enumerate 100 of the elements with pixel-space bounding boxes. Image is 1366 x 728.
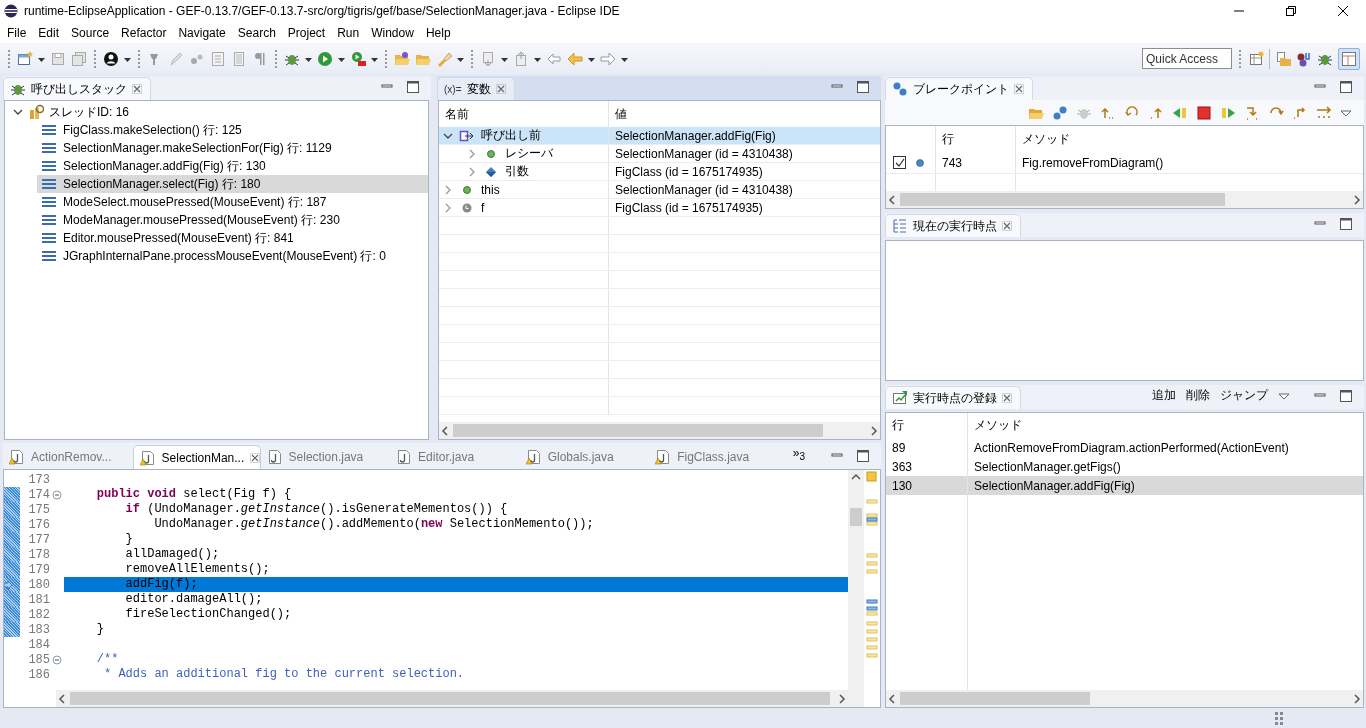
menu-item[interactable]: Window [365,25,420,40]
scrollbar-thumb[interactable] [70,692,830,705]
stack-frame[interactable]: Editor.mousePressed(MouseEvent) 行: 841 [37,229,428,247]
view-menu-icon[interactable] [1340,107,1352,118]
folder-icon[interactable] [394,50,410,67]
column-header[interactable]: 値 [615,105,627,123]
scroll-left-icon[interactable] [58,692,66,705]
external-tools-icon[interactable] [350,50,366,67]
view-menu-icon[interactable] [1278,390,1290,401]
column-header[interactable]: メソッド [974,418,1022,432]
view-tab[interactable]: 現在の実行時点 [885,214,1021,237]
forward-icon[interactable] [600,50,616,67]
document-icon[interactable] [210,50,226,67]
scroll-up-icon[interactable] [850,472,862,482]
scroll-left-icon[interactable] [888,193,896,206]
breakpoint-add-icon[interactable] [1052,104,1068,121]
stack-frame[interactable]: JGraphInternalPane.processMouseEvent(MouseEvent) 行: 0 [37,247,428,265]
view-tab[interactable]: (x)= 変数 [437,77,515,100]
view-tab[interactable]: ブレークポイント [885,77,1033,100]
fold-icon[interactable] [52,489,62,500]
menu-item[interactable]: Search [231,25,282,40]
close-icon[interactable] [132,84,142,94]
stack-frame[interactable]: SelectionManager.select(Fig) 行: 180 [37,175,428,193]
variable-name[interactable]: 引数 [505,163,529,180]
maximize-icon[interactable] [1338,216,1354,232]
stop-icon[interactable] [1196,104,1212,121]
column-header[interactable]: 行 [892,417,904,434]
run-icon[interactable] [317,50,333,67]
maximize-icon[interactable] [855,448,871,464]
scrollbar-thumb[interactable] [900,692,1090,705]
editor-tab[interactable]: Editor.java [390,445,520,469]
menu-item[interactable]: Help [419,25,457,40]
scroll-right-icon[interactable] [838,692,846,705]
editor-tab[interactable]: SelectionMan... [132,445,261,469]
scroll-left-icon[interactable] [441,424,449,437]
scrollbar-thumb[interactable] [453,424,823,437]
view-tab[interactable]: 呼び出しスタック [3,77,151,100]
scroll-right-icon[interactable] [870,424,878,437]
back-icon[interactable] [567,50,583,67]
horizontal-scrollbar[interactable] [886,690,1363,707]
pilcrow-icon[interactable] [252,50,268,67]
flashlight-icon[interactable] [436,50,452,67]
stack-frame[interactable]: FigClass.makeSelection() 行: 125 [37,121,428,139]
scrollbar-thumb[interactable] [850,508,862,526]
close-icon[interactable] [1014,84,1024,94]
java-perspective-button[interactable] [1338,47,1360,70]
checkbox[interactable] [893,156,906,169]
scroll-right-icon[interactable] [1353,193,1361,206]
menu-item[interactable]: Project [281,25,332,40]
stack-frame[interactable]: SelectionManager.addFig(Fig) 行: 130 [37,157,428,175]
column-header[interactable]: 名前 [445,105,469,123]
scroll-left-icon[interactable] [888,692,896,705]
maximize-icon[interactable] [405,79,421,95]
editor-tab[interactable]: FigClass.java [649,445,779,469]
variable-name[interactable]: f [481,200,485,215]
menu-item[interactable]: Refactor [115,25,173,40]
vertical-scrollbar[interactable] [848,470,864,707]
menu-item[interactable]: Run [331,25,366,40]
horizontal-scrollbar[interactable] [439,422,880,439]
progress-icon[interactable] [1274,711,1284,725]
maximize-icon[interactable] [855,79,871,95]
maximize-icon[interactable] [1338,79,1354,95]
editor-tab[interactable]: ActionRemov... [3,445,133,469]
stack-frame[interactable]: ModeManager.mousePressed(MouseEvent) 行: 230 [37,211,428,229]
more-tabs-button[interactable]: »$_{3}$ [778,445,819,467]
menu-item[interactable]: Source [65,25,116,40]
menu-item[interactable]: Edit [32,25,66,40]
editor-tab[interactable]: Globals.java [519,445,650,469]
maximize-icon[interactable] [1338,388,1354,404]
stack-frame[interactable]: SelectionManager.makeSelectionFor(Fig) 行: 1129 [37,139,428,157]
quick-access-field[interactable]: Quick Access [1142,48,1232,69]
toolbar-action[interactable]: 削除 [1186,387,1210,404]
user-icon[interactable] [103,50,119,67]
toolbar-action[interactable]: 追加 [1152,387,1176,404]
table-row[interactable]: 130 SelectionManager.addFig(Fig) [886,476,1363,495]
horizontal-scrollbar[interactable] [886,191,1363,208]
horizontal-scrollbar[interactable] [56,690,848,707]
menu-item[interactable]: Navigate [172,25,232,40]
view-tab[interactable]: 実行時点の登録 [885,386,1021,409]
thread-label[interactable]: スレッドID: 16 [49,103,129,121]
fold-icon[interactable] [52,654,62,665]
scrollbar-thumb[interactable] [900,193,1225,206]
toolbar-action[interactable]: ジャンプ [1220,387,1268,404]
stack-frame[interactable]: ModeSelect.mousePressed(MouseEvent) 行: 187 [37,193,428,211]
variable-name[interactable]: 呼び出し前 [481,127,541,144]
variable-name[interactable]: レシーバ [505,145,553,162]
table-row[interactable]: 89 ActionRemoveFromDiagram.actionPerformed(ActionEvent) [886,438,1363,457]
close-icon[interactable] [495,84,506,94]
scroll-right-icon[interactable] [1353,692,1361,705]
save-icon[interactable] [50,50,66,67]
editor-tab[interactable]: Selection.java [260,445,391,469]
new-icon[interactable] [17,50,33,67]
list-icon[interactable] [231,50,247,67]
close-icon[interactable] [1002,221,1012,231]
save-all-icon[interactable] [71,50,87,67]
close-icon[interactable] [1002,393,1012,403]
menu-item[interactable]: File [1,25,33,40]
column-header[interactable]: 行 [942,130,954,148]
variable-name[interactable]: this [481,182,500,197]
close-icon[interactable] [250,452,261,463]
